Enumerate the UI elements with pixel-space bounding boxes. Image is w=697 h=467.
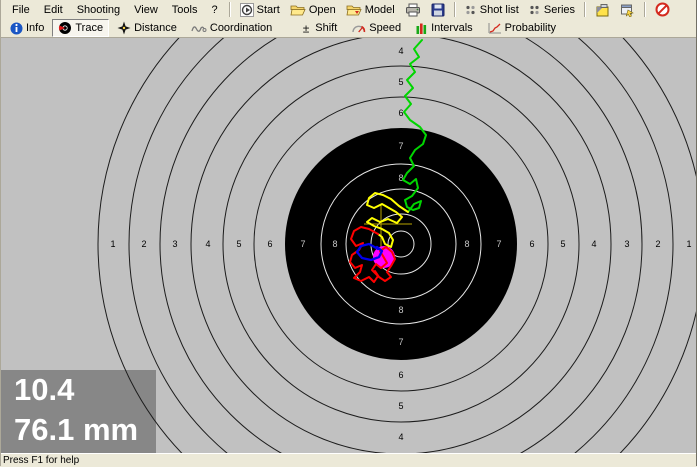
ring-number: 3 (624, 239, 629, 249)
probability-icon (488, 22, 501, 33)
start-label: Start (256, 3, 280, 16)
tab-info-label: Info (26, 22, 45, 34)
ring-number: 8 (398, 173, 403, 183)
menu-help[interactable]: ? (204, 2, 224, 18)
tab-intervals-label: Intervals (431, 22, 473, 34)
tab-trace[interactable]: Trace (52, 19, 110, 37)
window-arrange-button[interactable] (615, 1, 640, 19)
shot-list-icon (466, 5, 475, 14)
ring-number: 1 (686, 239, 691, 249)
tab-trace-label: Trace (75, 22, 104, 34)
ring-number: 8 (398, 305, 403, 315)
target-card-icon (596, 3, 609, 16)
ring-number: 2 (141, 239, 146, 249)
series-button[interactable]: Series (524, 2, 580, 18)
open-label: Open (308, 3, 336, 16)
ring-number: 6 (398, 108, 403, 118)
ring-number: 7 (398, 141, 403, 151)
menu-shooting[interactable]: Shooting (70, 2, 127, 18)
scatt-window: File Edit Shooting View Tools ? Start Op… (0, 0, 697, 467)
start-button[interactable]: Start (235, 1, 285, 19)
ring-number: 2 (655, 239, 660, 249)
tab-probability-label: Probability (504, 22, 557, 34)
shot-list-button[interactable]: Shot list (460, 2, 524, 18)
view-toolbar: Info Trace Distance Coordination ± Shift… (1, 19, 696, 38)
info-icon (10, 22, 23, 34)
ring-number: 6 (267, 239, 272, 249)
tab-shift-label: Shift (315, 22, 338, 34)
print-button[interactable] (400, 1, 426, 19)
status-bar: Press F1 for help (1, 453, 696, 467)
menu-edit[interactable]: Edit (37, 2, 70, 18)
model-folder-icon (346, 5, 362, 16)
status-text: Press F1 for help (3, 455, 80, 466)
toolbar-separator (584, 2, 587, 17)
ring-number: 1 (110, 239, 115, 249)
ring-number: 5 (236, 239, 241, 249)
stop-button[interactable] (650, 0, 675, 19)
toolbar-separator (453, 2, 456, 17)
ring-number: 4 (398, 46, 403, 56)
window-arrow-icon (621, 4, 634, 17)
ring-number: 7 (398, 337, 403, 347)
ring-number: 7 (496, 239, 501, 249)
tab-intervals[interactable]: Intervals (409, 20, 479, 37)
trace-icon (59, 22, 72, 34)
tab-info[interactable]: Info (4, 20, 50, 37)
tab-coordination[interactable]: Coordination (185, 20, 278, 37)
save-icon (431, 3, 445, 16)
distance-icon (117, 21, 131, 35)
ring-number: 5 (398, 401, 403, 411)
ring-number: 5 (560, 239, 565, 249)
ring-number: 7 (300, 239, 305, 249)
ring-number: 5 (398, 77, 403, 87)
ring-number: 6 (398, 370, 403, 380)
menu-tools[interactable]: Tools (165, 2, 205, 18)
shift-icon: ± (303, 22, 310, 35)
ring-number: 8 (464, 239, 469, 249)
tab-distance-label: Distance (134, 22, 177, 34)
start-icon (239, 2, 254, 17)
save-button[interactable] (426, 1, 450, 19)
open-folder-icon (290, 5, 306, 16)
toolbar-separator (228, 2, 231, 17)
menu-file[interactable]: File (5, 2, 37, 18)
model-button[interactable]: Model (341, 1, 400, 18)
coordination-icon (191, 25, 207, 32)
ring-number: 4 (205, 239, 210, 249)
tab-speed[interactable]: Speed (345, 20, 407, 36)
ring-number: 6 (529, 239, 534, 249)
ring-number: 4 (398, 432, 403, 442)
intervals-icon (416, 23, 427, 34)
target-card-button[interactable] (590, 1, 615, 19)
open-button[interactable]: Open (285, 1, 341, 18)
ring-number: 4 (591, 239, 596, 249)
stop-icon (655, 2, 670, 17)
model-label: Model (364, 3, 395, 16)
toolbar-separator (644, 2, 647, 17)
target-view[interactable]: 10.4 76.1 mm 88887777666655554444332211 (1, 38, 696, 453)
tab-coordination-label: Coordination (209, 22, 273, 34)
shot-list-label: Shot list (479, 3, 519, 16)
ring-number: 3 (172, 239, 177, 249)
speed-icon (352, 25, 366, 33)
tab-probability[interactable]: Probability (481, 20, 562, 37)
tab-distance[interactable]: Distance (111, 19, 183, 37)
ring-number: 8 (332, 239, 337, 249)
target-canvas: 8 8 8 8 7 7 7 7 6 6 6 6 5 5 5 5 4 4 4 4 3 3 2 2 1 1 (97, 38, 696, 453)
tab-shift[interactable]: ± Shift (294, 20, 343, 37)
series-icon (530, 5, 539, 14)
tab-speed-label: Speed (369, 22, 402, 34)
series-label: Series (543, 3, 576, 16)
menu-view[interactable]: View (127, 2, 165, 18)
print-icon (405, 3, 420, 16)
svg-text:±: ± (303, 22, 310, 35)
menu-bar: File Edit Shooting View Tools ? Start Op… (1, 0, 696, 19)
